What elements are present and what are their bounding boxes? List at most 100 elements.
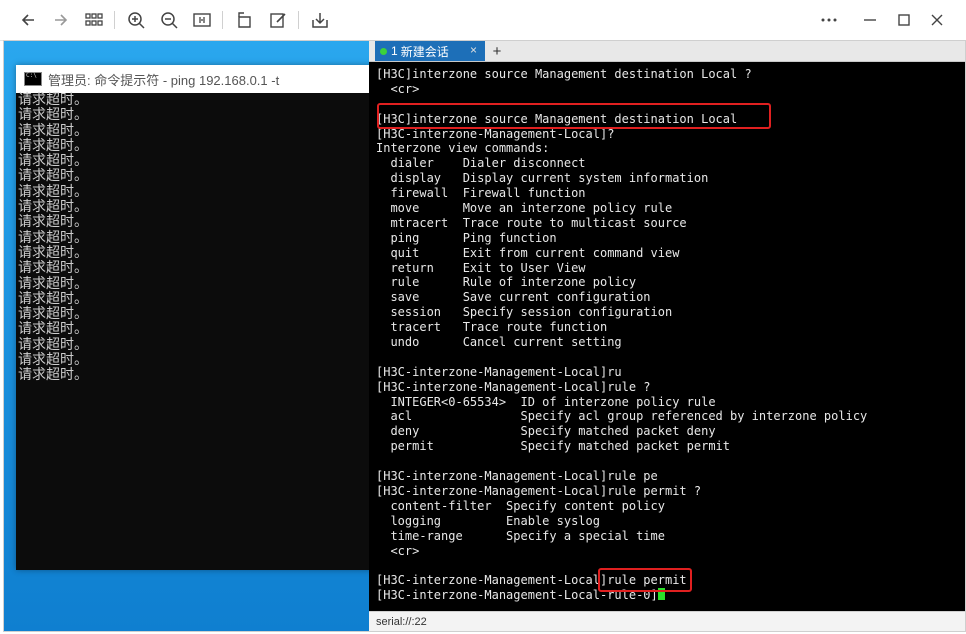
forward-icon[interactable]: [49, 8, 73, 32]
cmd-line: 请求超时。: [18, 122, 88, 139]
terminal-line: session Specify session configuration: [376, 305, 965, 320]
screenshot-canvas: 管理员: 命令提示符 - ping 192.168.0.1 -t 请求超时。请求…: [3, 40, 966, 632]
cmd-window[interactable]: 管理员: 命令提示符 - ping 192.168.0.1 -t 请求超时。请求…: [16, 65, 376, 570]
tab-bar: 1 新建会话 × +: [369, 41, 965, 62]
terminal-line: dialer Dialer disconnect: [376, 156, 965, 171]
terminal-line-text: return Exit to User View: [376, 260, 586, 275]
viewer-toolbar: [0, 0, 966, 41]
terminal-line-text: INTEGER<0-65534> ID of interzone policy …: [376, 394, 716, 409]
fit-icon[interactable]: [190, 8, 214, 32]
terminal-line: mtracert Trace route to multicast source: [376, 216, 965, 231]
highlight-box: [598, 568, 692, 592]
terminal-line-text: move Move an interzone policy rule: [376, 201, 673, 216]
console-icon: [24, 72, 42, 86]
zoom-in-icon[interactable]: [124, 8, 148, 32]
toolbar-divider: [114, 11, 115, 29]
terminal-line-text: display Display current system informati…: [376, 171, 709, 186]
toolbar-divider: [222, 11, 223, 29]
terminal-line: move Move an interzone policy rule: [376, 201, 965, 216]
cmd-line: 请求超时。: [18, 199, 88, 216]
terminal-line-text: acl Specify acl group referenced by inte…: [376, 409, 868, 424]
maximize-icon[interactable]: [892, 8, 916, 32]
terminal-line: Interzone view commands:: [376, 141, 965, 156]
cmd-line: 请求超时。: [18, 107, 88, 124]
terminal-line-text: rule Rule of interzone policy: [376, 275, 637, 290]
status-bar: serial://:22: [369, 611, 965, 631]
close-icon[interactable]: [925, 8, 949, 32]
cmd-line: 请求超时。: [18, 137, 88, 154]
terminal-line: tracert Trace route function: [376, 320, 965, 335]
cmd-output: 请求超时。 请求超时。 请求超时。 请求超时。 请求超时。 请求超时。 请求超时。 请求超时。…: [16, 92, 376, 384]
terminal-line-text: tracert Trace route function: [376, 320, 608, 335]
cmd-line: 请求超时。: [18, 275, 88, 292]
connected-dot-icon: [380, 47, 387, 55]
terminal-line-text: [H3C-interzone-Management-Local]ru: [376, 364, 622, 379]
cmd-line: 请求超时。: [18, 153, 88, 170]
connection-status: serial://:22: [376, 615, 427, 628]
terminal-line-text: deny Specify matched packet deny: [376, 424, 716, 439]
terminal-line: [H3C-interzone-Management-Local]rule pe: [376, 469, 965, 484]
terminal-line-text: [H3C-interzone-Management-Local]rule per…: [376, 483, 702, 498]
save-icon[interactable]: [308, 8, 332, 32]
terminal-line-text: [H3C]interzone source Management destina…: [376, 67, 752, 81]
cmd-line: 请求超时。: [18, 168, 88, 185]
terminal-line-text: session Specify session configuration: [376, 305, 673, 320]
terminal-line: quit Exit from current command view: [376, 246, 965, 261]
grid-icon[interactable]: [82, 8, 106, 32]
terminal-line: [H3C-interzone-Management-Local]ru: [376, 365, 965, 380]
terminal-line: return Exit to User View: [376, 261, 965, 276]
terminal-line: INTEGER<0-65534> ID of interzone policy …: [376, 395, 965, 410]
terminal-output[interactable]: [H3C]interzone source Management destina…: [369, 62, 965, 615]
minimize-icon[interactable]: [858, 8, 882, 32]
terminal-line: undo Cancel current setting: [376, 335, 965, 350]
terminal-line-text: quit Exit from current command view: [376, 245, 680, 260]
terminal-line-text: [H3C-interzone-Management-Local]rule ?: [376, 379, 651, 394]
terminal-line-text: <cr>: [376, 81, 420, 96]
terminal-line: ping Ping function: [376, 231, 965, 246]
terminal-line-text: permit Specify matched packet permit: [376, 439, 731, 454]
cmd-title: 管理员: 命令提示符 - ping 192.168.0.1 -t: [48, 72, 280, 88]
terminal-line: deny Specify matched packet deny: [376, 424, 965, 439]
cmd-line: 请求超时。: [18, 336, 88, 353]
terminal-line-text: undo Cancel current setting: [376, 335, 622, 350]
terminal-line-text: time-range Specify a special time: [376, 528, 665, 543]
edit-icon[interactable]: [266, 8, 290, 32]
terminal-line: permit Specify matched packet permit: [376, 439, 965, 454]
terminal-line: rule Rule of interzone policy: [376, 275, 965, 290]
rotate-icon[interactable]: [233, 8, 257, 32]
tab-index: 1: [391, 44, 398, 58]
tab-close-icon[interactable]: ×: [470, 43, 477, 57]
cmd-line: 请求超时。: [18, 244, 88, 261]
terminal-line: logging Enable syslog: [376, 514, 965, 529]
terminal-line-text: mtracert Trace route to multicast source: [376, 215, 687, 230]
cmd-line: 请求超时。: [18, 183, 88, 200]
terminal-line: time-range Specify a special time: [376, 529, 965, 544]
terminal-line: content-filter Specify content policy: [376, 499, 965, 514]
terminal-line-text: save Save current configuration: [376, 290, 651, 305]
cmd-line: 请求超时。: [18, 260, 88, 277]
cmd-line: 请求超时。: [18, 229, 88, 246]
toolbar-divider: [298, 11, 299, 29]
terminal-line-text: logging Enable syslog: [376, 513, 600, 528]
terminal-line-text: firewall Firewall function: [376, 186, 586, 201]
terminal-line: [H3C-interzone-Management-Local]rule ?: [376, 380, 965, 395]
terminal-line-text: ping Ping function: [376, 230, 557, 245]
zoom-out-icon[interactable]: [157, 8, 181, 32]
cmd-line: 请求超时。: [18, 214, 88, 231]
terminal-line: [H3C-interzone-Management-Local]rule per…: [376, 484, 965, 499]
terminal-line-text: <cr>: [376, 543, 420, 558]
terminal-line: <cr>: [376, 544, 965, 559]
more-icon[interactable]: [817, 8, 841, 32]
cmd-line: 请求超时。: [18, 306, 88, 323]
terminal-line: save Save current configuration: [376, 290, 965, 305]
back-icon[interactable]: [16, 8, 40, 32]
tab-label: 新建会话: [400, 44, 449, 59]
terminal-window[interactable]: 1 新建会话 × + [H3C]interzone source Managem…: [369, 41, 965, 631]
terminal-line: firewall Firewall function: [376, 186, 965, 201]
cmd-title-bar[interactable]: 管理员: 命令提示符 - ping 192.168.0.1 -t: [16, 65, 376, 93]
terminal-line-text: [H3C-interzone-Management-Local]rule pe: [376, 469, 658, 484]
tab-session[interactable]: 1 新建会话 ×: [375, 41, 485, 61]
highlight-box: [377, 103, 771, 129]
add-tab-button[interactable]: +: [489, 41, 505, 61]
